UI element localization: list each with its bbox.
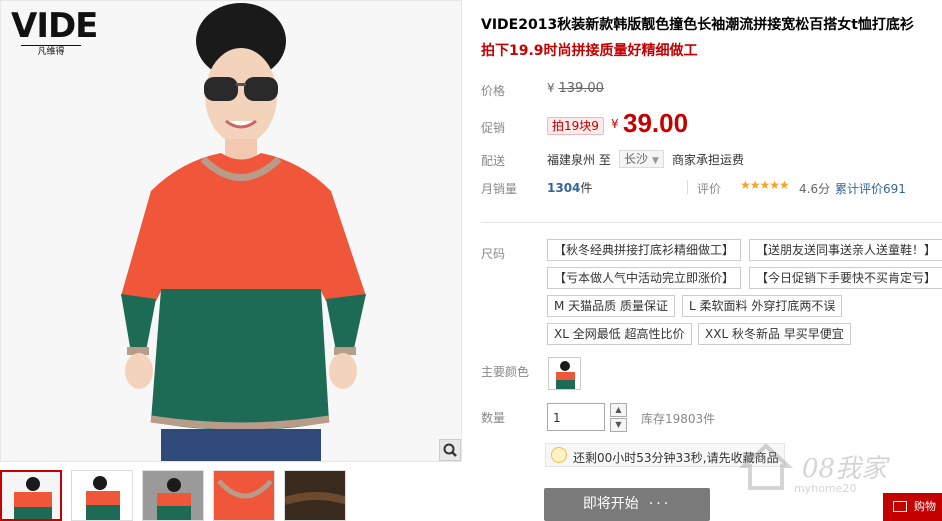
lightbulb-icon xyxy=(551,447,567,463)
ship-to-select[interactable]: 长沙 ▼ xyxy=(619,150,664,168)
size-option-xl[interactable]: XL 全网最低 超高性比价 xyxy=(547,323,692,345)
original-price-currency: ¥ xyxy=(547,81,555,95)
product-gallery: VIDE 凡维得 xyxy=(0,0,462,521)
quantity-label: 数量 xyxy=(481,411,506,425)
watermark-text: 08我家 xyxy=(802,454,888,484)
brand-logo-text: VIDE xyxy=(11,6,98,46)
sales-label: 月销量 xyxy=(481,182,518,196)
promo-label: 促销 xyxy=(481,121,506,135)
quantity-increase-button[interactable]: ▲ xyxy=(610,403,627,417)
watermark-sub: myhome20 xyxy=(794,482,857,495)
buy-button[interactable]: 即将开始 ··· xyxy=(544,488,710,521)
main-product-image[interactable]: VIDE 凡维得 xyxy=(0,0,462,462)
size-option-1[interactable]: 【秋冬经典拼接打底衫精细做工】 xyxy=(547,239,742,261)
brand-logo: VIDE 凡维得 xyxy=(11,6,98,57)
quantity-input[interactable]: 1 xyxy=(547,403,605,431)
cart-label: 购物 xyxy=(914,500,936,513)
thumbnail-5[interactable] xyxy=(284,470,346,521)
thumbnail-4[interactable] xyxy=(213,470,275,521)
color-swatch[interactable] xyxy=(548,357,581,390)
original-price-value: 139.00 xyxy=(558,81,604,96)
cart-icon xyxy=(893,501,907,512)
product-title: VIDE2013秋装新款韩版靓色撞色长袖潮流拼接宽松百搭女t恤打底衫 xyxy=(481,17,914,33)
ship-to-value: 长沙 xyxy=(624,152,649,166)
product-subtitle: 拍下19.9时尚拼接质量好精细做工 xyxy=(481,43,698,59)
rating-score: 4.6分 xyxy=(799,182,831,196)
cart-tab[interactable]: 购物 xyxy=(883,493,942,521)
section-divider xyxy=(481,222,942,223)
sales-count-unit: 件 xyxy=(580,181,593,195)
sales-count-value: 1304 xyxy=(547,181,581,195)
rating-label: 评价 xyxy=(697,182,722,196)
quantity-decrease-button[interactable]: ▼ xyxy=(610,418,627,432)
promo-badge: 拍19块9 xyxy=(547,117,604,135)
buy-button-label: 即将开始 xyxy=(582,496,639,512)
size-label: 尺码 xyxy=(481,247,506,261)
brand-logo-sub: 凡维得 xyxy=(21,45,81,57)
size-option-4[interactable]: 【今日促销下手要快不买肯定亏】 xyxy=(749,267,942,289)
zoom-icon[interactable] xyxy=(439,439,461,461)
thumbnail-1[interactable] xyxy=(0,470,62,521)
chevron-down-icon: ▼ xyxy=(652,156,659,166)
rating-stars-icon: ★★★★★ xyxy=(740,178,790,192)
stock-count: 库存19803件 xyxy=(641,412,716,426)
size-option-l[interactable]: L 柔软面料 外穿打底两不误 xyxy=(682,295,843,317)
color-label: 主要颜色 xyxy=(481,365,530,379)
shipping-fee: 商家承担运费 xyxy=(672,153,745,167)
promo-currency: ¥ xyxy=(611,117,619,131)
review-count-link[interactable]: 累计评价691 xyxy=(835,180,906,197)
sales-count: 1304件 xyxy=(547,179,592,196)
size-option-3[interactable]: 【亏本做人气中活动完立即涨价】 xyxy=(547,267,742,289)
thumbnail-strip xyxy=(0,470,346,521)
thumbnail-3[interactable] xyxy=(142,470,204,521)
thumbnail-2[interactable] xyxy=(71,470,133,521)
house-icon xyxy=(738,443,794,490)
buy-button-dots: ··· xyxy=(648,496,672,512)
divider xyxy=(687,180,688,194)
original-price: ¥ 139.00 xyxy=(547,81,604,96)
size-option-m[interactable]: M 天猫品质 质量保证 xyxy=(547,295,675,317)
size-option-xxl[interactable]: XXL 秋冬新品 早买早便宜 xyxy=(698,323,851,345)
size-option-2[interactable]: 【送朋友送同事送亲人送童鞋！】 xyxy=(749,239,942,261)
shipping-label: 配送 xyxy=(481,154,506,168)
model-photo xyxy=(121,3,366,461)
ship-from: 福建泉州 至 xyxy=(547,153,611,167)
price-label: 价格 xyxy=(481,84,506,98)
promo-price: 39.00 xyxy=(623,108,689,138)
